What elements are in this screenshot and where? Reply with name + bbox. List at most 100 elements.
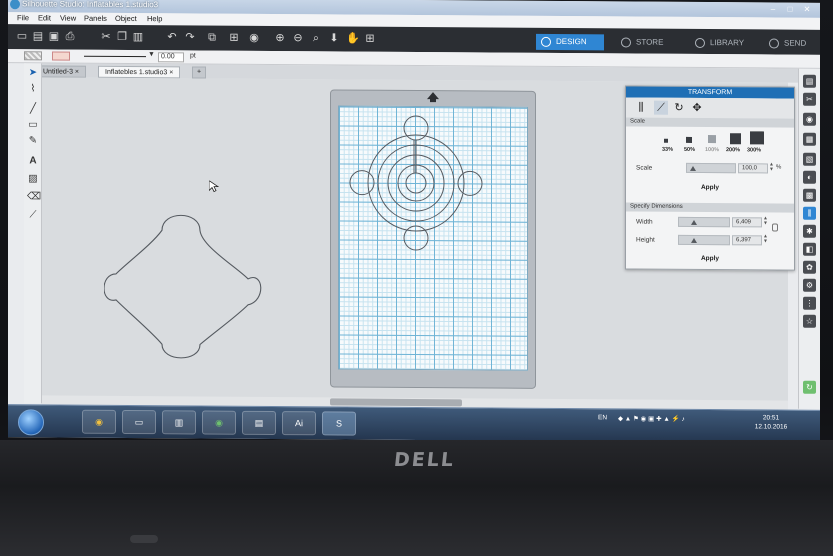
zoom-in-icon[interactable]: ⊕ [274, 32, 286, 44]
zoom-out-icon[interactable]: ⊖ [292, 32, 304, 44]
close-tab-icon[interactable]: × [169, 69, 173, 76]
menu-file[interactable]: File [17, 13, 29, 22]
page-settings-icon[interactable]: ▤ [803, 74, 816, 88]
new-icon[interactable]: ▭ [16, 30, 28, 42]
move-icon[interactable]: ✥ [690, 101, 704, 115]
eraser-icon[interactable]: ⌫ [27, 191, 41, 203]
transform-panel-icon[interactable]: ⫼ [803, 206, 816, 220]
modify-icon[interactable]: ◧ [803, 242, 816, 256]
print-icon[interactable]: ⎙ [64, 31, 76, 43]
move-down-icon[interactable]: ⬇ [328, 32, 340, 44]
taskbar-silhouette[interactable]: S [322, 411, 356, 436]
close-button[interactable]: ✕ [800, 5, 814, 15]
star-icon[interactable]: ☆ [803, 314, 816, 328]
fill-tool-icon[interactable]: ▨ [27, 173, 39, 185]
width-spinner-icon[interactable]: ▲ ▼ [763, 215, 768, 226]
line-style-preview[interactable] [84, 55, 146, 58]
taskbar-explorer[interactable]: ▤ [242, 410, 276, 436]
fill-pattern-icon[interactable]: ▩ [803, 188, 816, 202]
height-slider[interactable] [678, 234, 730, 246]
select-arrow-icon[interactable]: ➤ [27, 67, 39, 79]
slider-knob[interactable] [691, 219, 697, 225]
pan-hand-icon[interactable]: ✋ [346, 33, 360, 45]
taskbar-folder[interactable]: ▭ [122, 409, 156, 435]
taskbar-chrome-2[interactable]: ◉ [202, 410, 236, 435]
line-style-dropdown-icon[interactable]: ▼ [148, 51, 155, 58]
align-icon[interactable]: ⫼ [634, 101, 648, 115]
menu-view[interactable]: View [60, 14, 76, 23]
slider-knob[interactable] [690, 165, 696, 171]
color-palette-icon[interactable]: ◉ [803, 112, 816, 126]
scale-slider[interactable] [686, 162, 736, 174]
apply-scale-button[interactable]: Apply [630, 182, 790, 195]
doc-tab-untitled[interactable]: Untitled-3 × [36, 65, 87, 78]
scrollbar-thumb[interactable] [330, 398, 462, 407]
apply-dimensions-button[interactable]: Apply [630, 253, 790, 266]
redo-icon[interactable]: ↷ [184, 31, 196, 43]
scale-100-button[interactable] [708, 135, 716, 144]
copy-icon[interactable]: ❐ [116, 31, 128, 43]
line-width-input[interactable]: 0.00 [158, 52, 184, 63]
fill-gradient-icon[interactable]: ▧ [803, 152, 816, 166]
minimize-button[interactable]: – [766, 4, 780, 14]
menu-object[interactable]: Object [115, 14, 137, 23]
taskbar-clock[interactable]: 20:51 12.10.2016 [746, 413, 796, 431]
line-color-icon[interactable]: ▦ [803, 132, 816, 146]
menu-help[interactable]: Help [147, 14, 162, 23]
scale-300-button[interactable] [750, 131, 764, 145]
slider-knob[interactable] [691, 237, 697, 243]
width-input[interactable]: 6,409 [732, 217, 762, 228]
ungroup-icon[interactable]: ⊞ [228, 32, 240, 44]
rectangle-tool-icon[interactable]: ▭ [27, 119, 39, 131]
taskbar-chrome[interactable]: ◉ [82, 409, 116, 434]
text-tool-icon[interactable]: A [27, 155, 39, 167]
offset-icon[interactable]: ✿ [803, 260, 816, 274]
line-tool-icon[interactable]: ╱ [27, 103, 39, 115]
doc-tab-inflatables[interactable]: Inflatebles 1.studio3 × [98, 65, 181, 79]
maximize-button[interactable]: □ [783, 5, 797, 15]
paste-icon[interactable]: ▥ [132, 31, 144, 43]
save-icon[interactable]: ▣ [48, 30, 60, 42]
transparency-icon[interactable]: ◐ [803, 170, 816, 184]
cut-icon[interactable]: ✂ [100, 31, 112, 43]
zoom-fit-icon[interactable]: ⌕ [310, 32, 322, 44]
line-color-swatch[interactable] [52, 51, 70, 61]
taskbar-illustrator[interactable]: Ai [282, 411, 316, 436]
group-icon[interactable]: ⧉ [206, 32, 218, 44]
sketch-icon[interactable]: ⋮ [803, 296, 816, 310]
width-slider[interactable] [678, 216, 730, 228]
refresh-icon[interactable]: ↻ [803, 380, 816, 394]
cut-settings-icon[interactable]: ✂ [803, 92, 816, 106]
add-tab-button[interactable]: + [192, 66, 207, 79]
tray-icons[interactable]: ◆ ▲ ⚑ ◉ ▣ ✚ ▲ ⚡ ♪ [618, 414, 685, 422]
lock-aspect-icon[interactable] [772, 223, 778, 232]
inflatable-target-design[interactable] [338, 107, 528, 258]
scale-200-button[interactable] [730, 133, 741, 145]
close-tab-icon[interactable]: × [75, 69, 79, 76]
knife-tool-icon[interactable]: ⟋ [27, 209, 39, 221]
fill-color-swatch[interactable] [24, 51, 42, 61]
replicate-icon[interactable]: ◉ [248, 32, 260, 44]
taskbar-app[interactable]: ▥ [162, 410, 196, 435]
trace-icon[interactable]: ⚙ [803, 278, 816, 292]
inflatable-shape-outline[interactable] [104, 208, 270, 361]
undo-icon[interactable]: ↶ [166, 31, 178, 43]
tab-library[interactable]: LIBRARY [690, 35, 754, 51]
height-input[interactable]: 6,397 [732, 235, 762, 246]
menu-edit[interactable]: Edit [38, 13, 51, 22]
tab-store[interactable]: STORE [616, 34, 676, 50]
tab-send[interactable]: SEND [764, 35, 814, 51]
scale-spinner-icon[interactable]: ▲ ▼ [769, 161, 774, 172]
pen-tool-icon[interactable]: ✎ [27, 135, 39, 147]
add-page-icon[interactable]: ⊞ [364, 33, 376, 45]
scale-33-button[interactable] [664, 138, 668, 143]
open-icon[interactable]: ▤ [32, 30, 44, 42]
height-spinner-icon[interactable]: ▲ ▼ [763, 233, 768, 244]
edit-points-icon[interactable]: ⌇ [27, 83, 39, 95]
tray-language[interactable]: EN [598, 414, 607, 421]
menu-panels[interactable]: Panels [84, 14, 107, 23]
start-button[interactable] [18, 409, 44, 436]
tab-design[interactable]: DESIGN [536, 33, 604, 51]
scale-input[interactable]: 100,0 [738, 163, 768, 174]
rotate-icon[interactable]: ↻ [672, 101, 686, 115]
